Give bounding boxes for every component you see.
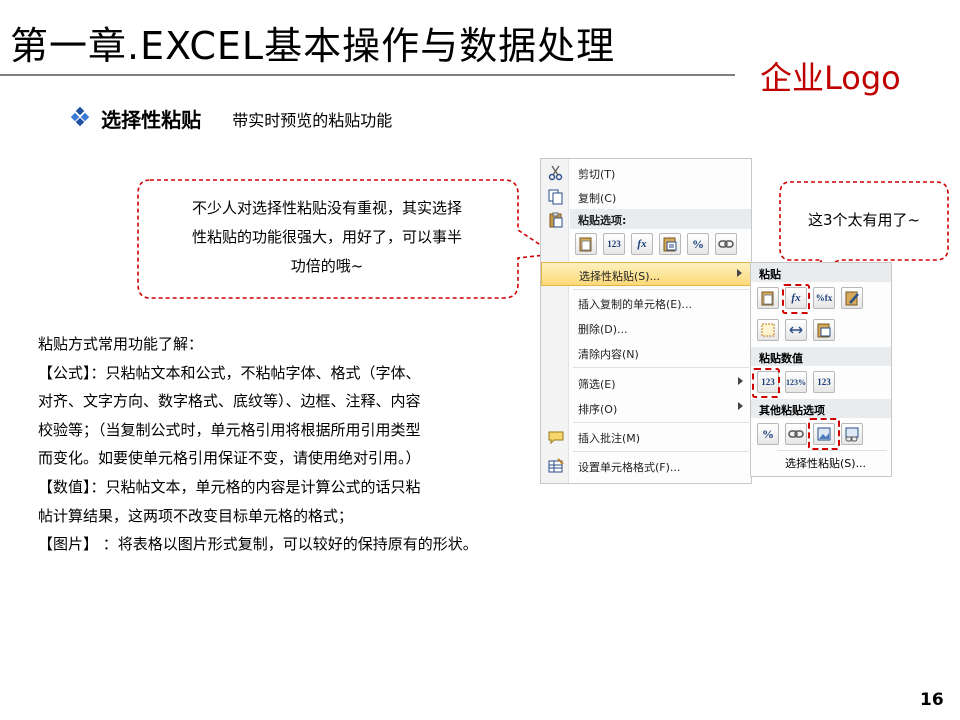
menu-item-paste-special[interactable]: 选择性粘贴(S)... xyxy=(541,262,751,286)
menu-separator xyxy=(573,451,749,452)
submenu-arrow-icon xyxy=(738,377,743,385)
menu-separator xyxy=(573,289,749,290)
menu-item-cut[interactable]: 剪切(T) xyxy=(541,161,751,185)
menu-separator xyxy=(777,450,887,451)
copy-icon xyxy=(548,189,564,205)
transpose-icon xyxy=(663,237,677,252)
linked-picture-icon xyxy=(845,427,859,442)
section-heading: 选择性粘贴 xyxy=(101,108,202,132)
menu-item-label: 剪切(T) xyxy=(578,168,616,181)
paste-column-widths-button[interactable] xyxy=(785,319,807,341)
paste-transpose-button[interactable] xyxy=(813,319,835,341)
body-text: 粘贴方式常用功能了解： 【公式】：只粘帖文本和公式，不粘帖字体、格式（字体、 对… xyxy=(38,330,598,559)
format-cells-icon xyxy=(548,458,564,474)
comment-icon xyxy=(548,429,564,445)
paste-linked-picture-button[interactable] xyxy=(841,423,863,445)
paste-formulas-button[interactable]: fx xyxy=(631,233,653,255)
column-width-icon xyxy=(789,326,803,334)
highlight-values xyxy=(752,368,780,398)
menu-item-insert-comment[interactable]: 插入批注(M) xyxy=(541,425,751,449)
callout-right: 这3个太有用了~ xyxy=(778,180,952,272)
menu-item-label: 清除内容(N) xyxy=(578,348,639,361)
paste-button[interactable] xyxy=(575,233,597,255)
menu-item-label: 删除(D)... xyxy=(578,323,628,336)
menu-separator xyxy=(573,422,749,423)
paste-percent-button[interactable]: % xyxy=(687,233,709,255)
diamond-bullet-icon xyxy=(70,106,90,131)
body-line: 对齐、文字方向、数字格式、底纹等）、边框、注释、内容 xyxy=(38,392,421,411)
menu-item-delete[interactable]: 删除(D)... xyxy=(541,316,751,340)
submenu-arrow-icon xyxy=(738,402,743,410)
transpose-icon xyxy=(817,323,831,338)
paste-formatting-button[interactable]: % xyxy=(757,423,779,445)
menu-separator xyxy=(573,367,749,368)
submenu-header-paste-values: 粘贴数值 xyxy=(751,347,891,366)
callout-left-line: 功倍的哦~ xyxy=(290,257,364,275)
menu-item-clear[interactable]: 清除内容(N) xyxy=(541,341,751,365)
no-borders-icon xyxy=(761,323,775,337)
menu-item-insert-copied[interactable]: 插入复制的单元格(E)... xyxy=(541,291,751,315)
body-line: 帖计算结果，这两项不改变目标单元格的格式； xyxy=(38,506,354,525)
submenu-arrow-icon xyxy=(737,269,742,277)
link-icon xyxy=(788,430,804,438)
paste-link-button[interactable] xyxy=(785,423,807,445)
menu-item-filter[interactable]: 筛选(E) xyxy=(541,371,751,395)
highlight-picture xyxy=(808,418,840,450)
menu-item-label: 筛选(E) xyxy=(578,378,616,391)
brush-icon xyxy=(845,291,859,306)
paste-transpose-button[interactable] xyxy=(659,233,681,255)
menu-item-label: 排序(O) xyxy=(578,403,618,416)
paste-link-button[interactable] xyxy=(715,233,737,255)
paste-keep-source-format-button[interactable] xyxy=(841,287,863,309)
company-logo: 企业Logo xyxy=(760,59,901,97)
highlight-formulas xyxy=(782,284,810,314)
clipboard-icon xyxy=(548,212,564,228)
menu-item-copy[interactable]: 复制(C) xyxy=(541,185,751,209)
section-heading-row: 选择性粘贴 带实时预览的粘贴功能 xyxy=(70,104,392,133)
menu-item-label: 插入批注(M) xyxy=(578,432,641,445)
scissors-icon xyxy=(548,165,564,181)
body-line: 【图片】 ：将表格以图片形式复制，可以较好的保持原有的形状。 xyxy=(38,535,478,554)
menu-item-label: 选择性粘贴(S)... xyxy=(579,270,661,283)
slide-title: 第一章.EXCEL基本操作与数据处理 xyxy=(10,24,616,68)
submenu-header-other: 其他粘贴选项 xyxy=(751,399,891,418)
paste-options-header: 粘贴选项: xyxy=(570,209,751,229)
context-menu: 剪切(T) 复制(C) 粘贴选项: 123 fx % 选择性粘贴(S)... 插… xyxy=(540,158,752,484)
body-line: 而变化。如要使单元格引用保证不变，请使用绝对引用。） xyxy=(38,449,421,468)
submenu-header-paste: 粘贴 xyxy=(751,263,891,282)
paste-icon xyxy=(761,291,774,306)
paste-values-source-format-button[interactable]: 123 xyxy=(813,371,835,393)
menu-item-sort[interactable]: 排序(O) xyxy=(541,396,751,420)
paste-values-button[interactable]: 123 xyxy=(603,233,625,255)
body-line: 【数值】：只粘帖文本，单元格的内容是计算公式的话只粘 xyxy=(38,477,421,496)
paste-icon xyxy=(579,237,592,252)
link-icon xyxy=(718,240,734,248)
callout-right-text: 这3个太有用了~ xyxy=(807,211,921,229)
page-number: 16 xyxy=(920,690,944,710)
body-line: 校验等；（当复制公式时，单元格引用将根据所用引用类型 xyxy=(38,420,421,439)
paste-all-button[interactable] xyxy=(757,287,779,309)
paste-formulas-number-format-button[interactable]: %fx xyxy=(813,287,835,309)
submenu-paste-special-more[interactable]: 选择性粘贴(S)... xyxy=(785,455,866,471)
body-line: 【公式】：只粘帖文本和公式，不粘帖字体、格式（字体、 xyxy=(38,363,421,382)
menu-item-label: 复制(C) xyxy=(578,192,617,205)
paste-values-number-format-button[interactable]: 123% xyxy=(785,371,807,393)
callout-left-line: 不少人对选择性粘贴没有重视，其实选择 xyxy=(191,199,462,217)
menu-item-label: 插入复制的单元格(E)... xyxy=(578,298,693,311)
paste-no-borders-button[interactable] xyxy=(757,319,779,341)
callout-left: 不少人对选择性粘贴没有重视，其实选择 性粘贴的功能很强大，用好了，可以事半 功倍… xyxy=(136,178,556,300)
menu-item-format-cells[interactable]: 设置单元格格式(F)... xyxy=(541,454,751,478)
section-description: 带实时预览的粘贴功能 xyxy=(232,110,393,130)
callout-left-text: 不少人对选择性粘贴没有重视，其实选择 性粘贴的功能很强大，用好了，可以事半 功倍… xyxy=(144,194,510,281)
menu-item-label: 设置单元格格式(F)... xyxy=(578,461,681,474)
callout-left-line: 性粘贴的功能很强大，用好了，可以事半 xyxy=(191,228,462,246)
body-line: 粘贴方式常用功能了解： xyxy=(38,335,204,353)
title-underline xyxy=(0,74,735,76)
